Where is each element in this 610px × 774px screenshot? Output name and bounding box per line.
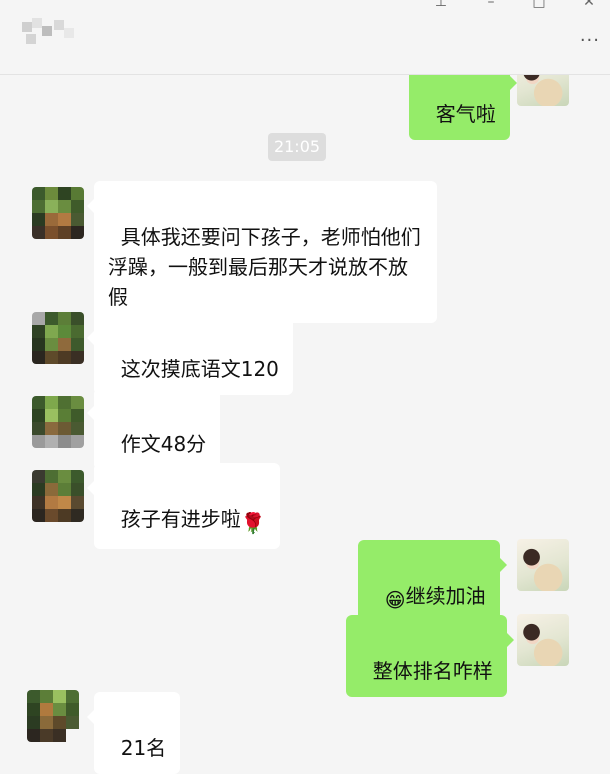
- message-bubble-received[interactable]: 具体我还要问下孩子，老师怕他们 浮躁，一般到最后那天才说放不放 假: [87, 181, 437, 323]
- contact-avatar[interactable]: [32, 396, 84, 448]
- chat-header: ⊥ – □ ✕ ···: [0, 0, 610, 75]
- message-text: 孩子有进步啦: [120, 507, 241, 531]
- message-text: 客气啦: [435, 102, 496, 126]
- message-bubble-received[interactable]: 孩子有进步啦🌹: [87, 463, 280, 549]
- message-bubble-received[interactable]: 这次摸底语文120: [87, 313, 293, 395]
- message-bubble-sent[interactable]: 😁继续加油: [358, 540, 507, 626]
- maximize-icon[interactable]: □: [528, 0, 550, 10]
- rose-emoji-icon: 🌹: [240, 511, 266, 535]
- message-text: 这次摸底语文120: [120, 357, 279, 381]
- message-text: 作文48分: [120, 432, 207, 456]
- message-text: 21名: [120, 736, 167, 760]
- message-bubble-sent[interactable]: 整体排名咋样: [346, 615, 514, 697]
- minimize-icon[interactable]: –: [480, 0, 502, 10]
- message-bubble-received[interactable]: 21名: [86, 692, 181, 774]
- contact-avatar[interactable]: [32, 187, 84, 239]
- grin-emoji-icon: 😁: [384, 588, 406, 612]
- more-options-button[interactable]: ···: [580, 30, 600, 51]
- my-avatar[interactable]: [517, 614, 569, 666]
- contact-avatar[interactable]: [32, 312, 84, 364]
- contact-avatar[interactable]: [27, 690, 79, 742]
- my-avatar[interactable]: [517, 539, 569, 591]
- contact-avatar[interactable]: [32, 470, 84, 522]
- pin-icon[interactable]: ⊥: [430, 0, 452, 10]
- close-icon[interactable]: ✕: [578, 0, 600, 10]
- message-text: 继续加油: [405, 584, 486, 608]
- timestamp-divider: 21:05: [268, 133, 326, 161]
- contact-name-pixelated: [22, 18, 74, 50]
- message-text: 整体排名咋样: [372, 659, 493, 683]
- message-bubble-received[interactable]: 作文48分: [86, 388, 221, 470]
- message-text: 具体我还要问下孩子，老师怕他们 浮躁，一般到最后那天才说放不放 假: [108, 225, 421, 309]
